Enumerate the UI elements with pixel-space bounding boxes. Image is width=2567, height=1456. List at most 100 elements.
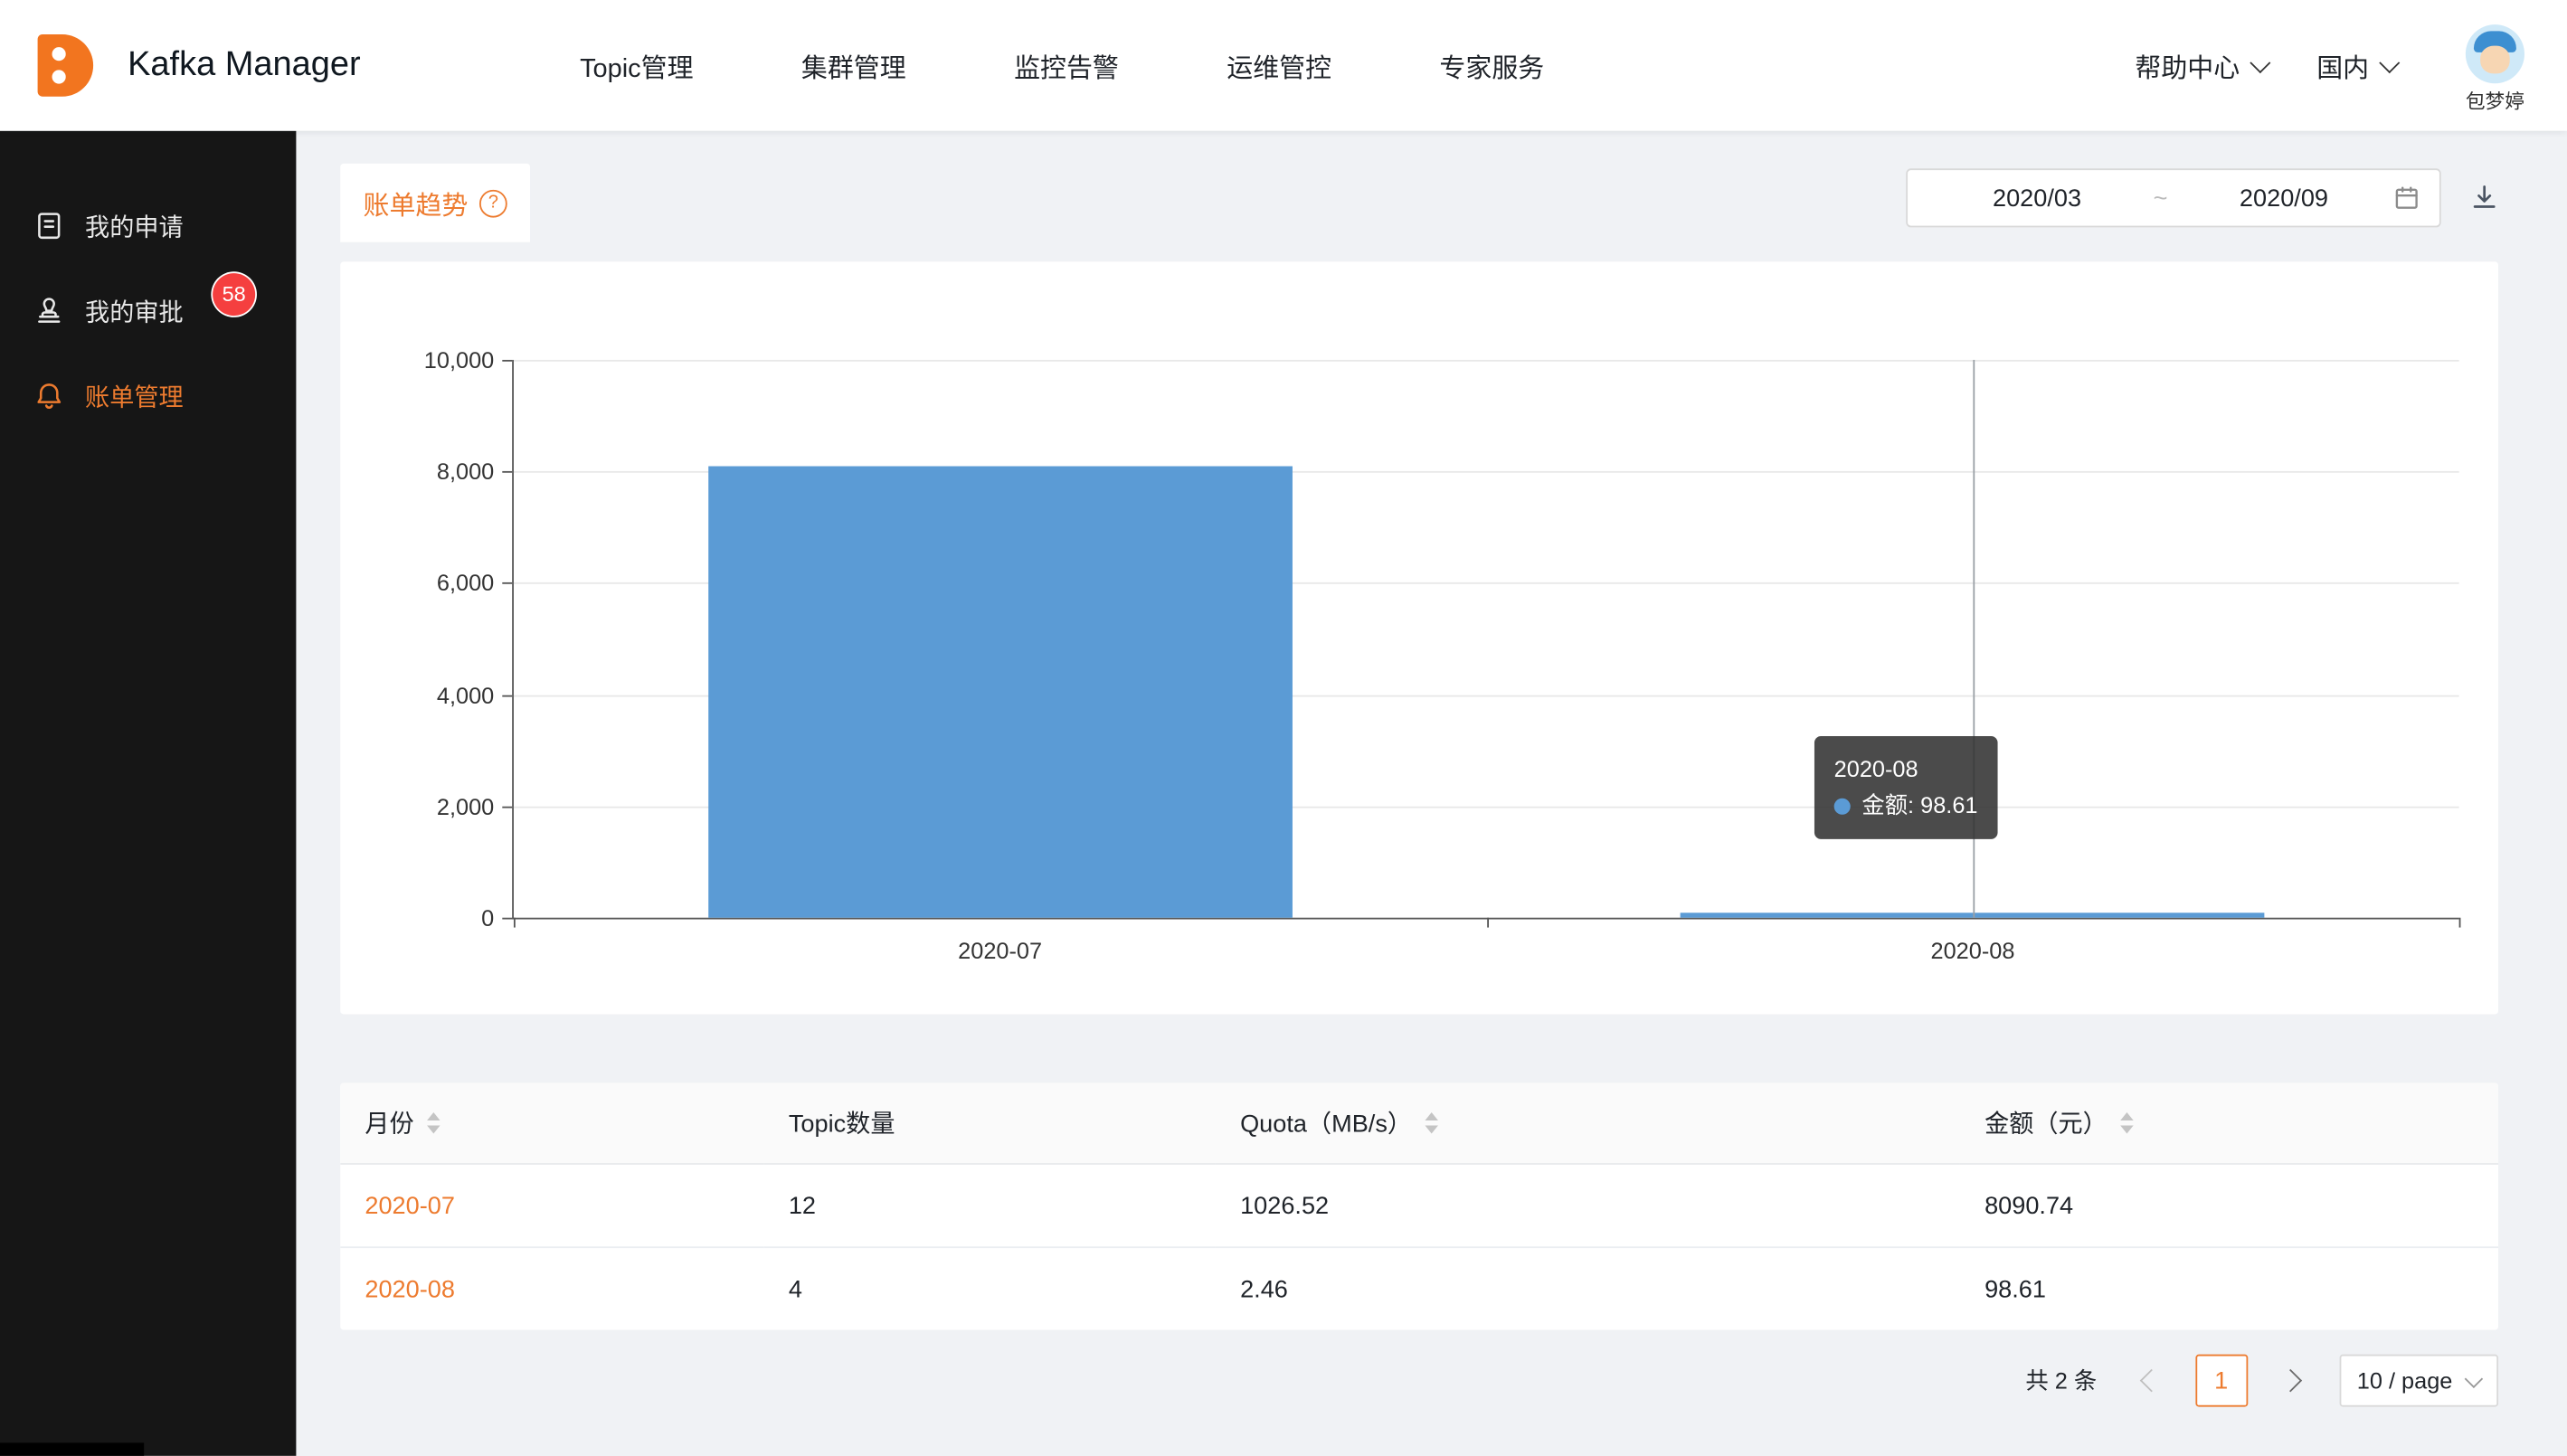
table-row: 2020-08 4 2.46 98.61 xyxy=(340,1247,2498,1329)
help-center-menu[interactable]: 帮助中心 xyxy=(2135,46,2268,85)
column-header-month[interactable]: 月份 xyxy=(340,1083,763,1164)
y-axis-label: 10,000 xyxy=(424,346,494,373)
avatar-face xyxy=(2480,45,2510,73)
cell-month: 2020-08 xyxy=(340,1247,763,1329)
y-axis-label: 6,000 xyxy=(437,570,494,596)
chevron-right-icon xyxy=(2279,1369,2303,1393)
date-range-picker[interactable]: 2020/03 ~ 2020/09 xyxy=(1906,168,2440,227)
gridline xyxy=(514,360,2459,362)
chevron-down-icon xyxy=(2465,1369,2483,1387)
date-end-input[interactable]: 2020/09 xyxy=(2174,184,2394,212)
top-header: Kafka Manager Topic管理 集群管理 监控告警 运维管控 专家服… xyxy=(0,0,2567,131)
x-axis-tick xyxy=(2459,918,2461,928)
nav-item-expert[interactable]: 专家服务 xyxy=(1439,46,1544,85)
alarm-bell-icon xyxy=(33,380,65,412)
billing-trend-chart: 10,000 8,000 6,000 4,000 2,000 0 2020-07… xyxy=(340,261,2498,1014)
stamp-icon xyxy=(33,295,65,327)
nav-item-ops[interactable]: 运维管控 xyxy=(1227,46,1331,85)
page-size-value: 10 / page xyxy=(2357,1367,2453,1394)
sidebar-item-my-approvals[interactable]: 我的审批 58 xyxy=(0,269,296,354)
y-axis-label: 0 xyxy=(481,904,494,931)
cell-amount: 8090.74 xyxy=(1960,1164,2498,1247)
toolbar: 账单趋势 2020/03 ~ 2020/09 xyxy=(340,164,2498,242)
tooltip-value: 金额: 98.61 xyxy=(1861,788,1977,825)
y-axis-tick xyxy=(502,360,512,362)
x-axis-tick xyxy=(1486,918,1488,928)
bar-2020-07[interactable] xyxy=(708,467,1292,918)
nav-item-monitor[interactable]: 监控告警 xyxy=(1014,46,1119,85)
tab-billing-trend[interactable]: 账单趋势 xyxy=(340,164,530,242)
app-title: Kafka Manager xyxy=(128,46,361,85)
calendar-icon xyxy=(2393,184,2420,211)
next-page-button[interactable] xyxy=(2267,1355,2319,1407)
series-dot-icon xyxy=(1834,798,1851,814)
download-button[interactable] xyxy=(2470,184,2498,220)
cell-topic-count: 4 xyxy=(764,1247,1216,1329)
total-count: 共 2 条 xyxy=(2025,1365,2097,1397)
cell-amount: 98.61 xyxy=(1960,1247,2498,1329)
kafka-manager-app: Kafka Manager Topic管理 集群管理 监控告警 运维管控 专家服… xyxy=(0,0,2567,1456)
sidebar-item-billing[interactable]: 账单管理 xyxy=(0,354,296,439)
region-select[interactable]: 国内 xyxy=(2316,46,2397,85)
y-axis-tick xyxy=(502,471,512,473)
sidebar-item-label: 我的审批 xyxy=(85,294,184,328)
sort-carets-icon[interactable] xyxy=(2120,1112,2133,1134)
cell-quota: 2.46 xyxy=(1216,1247,1960,1329)
tab-label: 账单趋势 xyxy=(364,184,469,222)
nav-item-cluster[interactable]: 集群管理 xyxy=(801,46,906,85)
sort-carets-icon[interactable] xyxy=(427,1112,440,1134)
cell-topic-count: 12 xyxy=(764,1164,1216,1247)
page-size-select[interactable]: 10 / page xyxy=(2339,1355,2498,1407)
date-start-input[interactable]: 2020/03 xyxy=(1928,184,2147,212)
user-avatar[interactable] xyxy=(2466,24,2524,82)
clipboard-icon xyxy=(33,210,65,242)
download-icon xyxy=(2470,184,2498,212)
y-axis-label: 2,000 xyxy=(437,793,494,819)
top-nav: Topic管理 集群管理 监控告警 运维管控 专家服务 xyxy=(580,46,1544,85)
main-content: 账单趋势 2020/03 ~ 2020/09 xyxy=(296,131,2567,1456)
pagination: 共 2 条 1 10 / page xyxy=(340,1355,2498,1407)
column-header-quota[interactable]: Quota（MB/s） xyxy=(1216,1083,1960,1164)
app-logo-icon[interactable] xyxy=(23,26,101,105)
sidebar: 我的申请 我的审批 58 账单管理 xyxy=(0,131,296,1456)
sort-carets-icon[interactable] xyxy=(1426,1112,1438,1134)
nav-item-topic[interactable]: Topic管理 xyxy=(580,46,693,85)
header-right: 帮助中心 国内 包梦婷 xyxy=(2135,17,2524,114)
date-separator: ~ xyxy=(2146,184,2174,212)
help-question-icon[interactable] xyxy=(479,189,507,217)
column-header-topic-count: Topic数量 xyxy=(764,1083,1216,1164)
prev-page-button[interactable] xyxy=(2123,1355,2175,1407)
column-header-amount[interactable]: 金额（元） xyxy=(1960,1083,2498,1164)
x-axis-tick xyxy=(514,918,516,928)
sidebar-item-label: 我的申请 xyxy=(85,209,184,243)
y-axis-tick xyxy=(502,695,512,696)
month-link[interactable]: 2020-07 xyxy=(365,1192,455,1220)
sidebar-collapse-trigger[interactable] xyxy=(0,1442,144,1455)
user-profile: 包梦婷 xyxy=(2466,24,2524,113)
y-axis-tick xyxy=(502,918,512,920)
y-axis-label: 8,000 xyxy=(437,459,494,485)
month-link[interactable]: 2020-08 xyxy=(365,1275,455,1303)
x-axis-label: 2020-07 xyxy=(958,937,1042,963)
chart-tooltip: 2020-08 金额: 98.61 xyxy=(1814,736,1997,839)
toolbar-right: 2020/03 ~ 2020/09 xyxy=(1906,164,2498,228)
table-row: 2020-07 12 1026.52 8090.74 xyxy=(340,1164,2498,1247)
approvals-count-badge: 58 xyxy=(213,273,255,316)
sidebar-item-my-applications[interactable]: 我的申请 xyxy=(0,184,296,269)
cell-quota: 1026.52 xyxy=(1216,1164,1960,1247)
user-name: 包梦婷 xyxy=(2466,86,2524,114)
chevron-down-icon xyxy=(2250,52,2270,72)
y-axis-label: 4,000 xyxy=(437,682,494,708)
table-header-row: 月份 Topic数量 Quota（MB/s） xyxy=(340,1083,2498,1164)
y-axis-tick xyxy=(502,806,512,808)
cell-month: 2020-07 xyxy=(340,1164,763,1247)
x-axis-label: 2020-08 xyxy=(1930,937,2014,963)
chevron-left-icon xyxy=(2140,1369,2164,1393)
sidebar-item-label: 账单管理 xyxy=(85,379,184,413)
y-axis-tick xyxy=(502,583,512,585)
billing-table: 月份 Topic数量 Quota（MB/s） xyxy=(340,1083,2498,1329)
help-center-label: 帮助中心 xyxy=(2135,46,2240,85)
tooltip-title: 2020-08 xyxy=(1834,751,1978,788)
page-1-button[interactable]: 1 xyxy=(2195,1355,2248,1407)
chart-plot-area: 10,000 8,000 6,000 4,000 2,000 0 2020-07… xyxy=(512,360,2458,920)
